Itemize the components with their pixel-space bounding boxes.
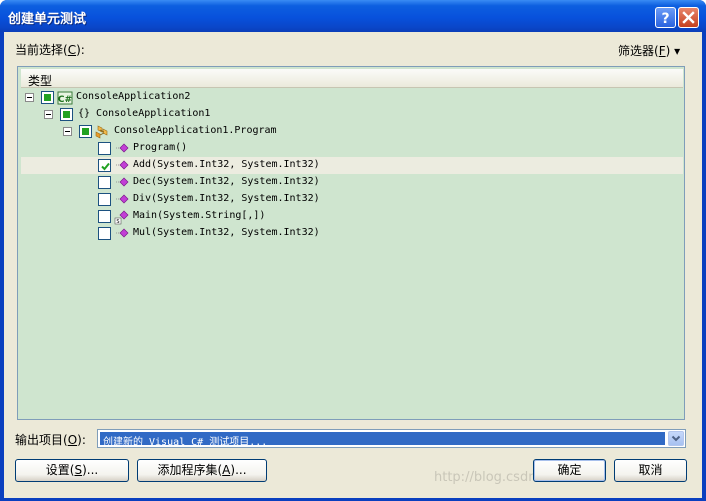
tree-checkbox-checked[interactable] <box>98 159 111 172</box>
dialog-body: 当前选择(C): 筛选器(F) ▾ 类型 C# ConsoleApplicati… <box>4 32 702 498</box>
settings-button-suffix: )... <box>82 463 99 477</box>
add-assembly-button-label: 添加程序集 <box>157 463 218 477</box>
tree-row-method[interactable]: Div(System.Int32, System.Int32) <box>21 191 683 208</box>
tree-checkbox[interactable] <box>98 193 111 206</box>
tree-checkbox[interactable] <box>98 176 111 189</box>
close-icon <box>682 11 695 24</box>
filter-label: 筛选器 <box>618 44 655 58</box>
method-icon <box>116 194 129 204</box>
checkmark-icon <box>101 162 110 171</box>
collapse-toggle[interactable] <box>25 93 34 102</box>
method-icon <box>116 160 129 170</box>
tree-row-method-selected[interactable]: Add(System.Int32, System.Int32) <box>21 157 683 174</box>
dropdown-button[interactable] <box>668 431 684 446</box>
tree-row-method[interactable]: Dec(System.Int32, System.Int32) <box>21 174 683 191</box>
tree-row-static-method[interactable]: S Main(System.String[,]) <box>21 208 683 225</box>
current-selection-suffix: ): <box>76 43 85 57</box>
tree-row-project[interactable]: C# ConsoleApplication2 <box>21 89 683 106</box>
settings-button-accel: S <box>74 463 83 477</box>
method-icon <box>116 177 129 187</box>
tree-node-label: Add(System.Int32, System.Int32) <box>133 159 320 170</box>
help-glyph: ? <box>661 11 669 27</box>
add-assembly-button[interactable]: 添加程序集(A)... <box>137 459 267 482</box>
settings-button[interactable]: 设置(S)... <box>15 459 129 482</box>
output-project-accel: O <box>67 433 78 447</box>
tree-checkbox[interactable] <box>98 227 111 240</box>
output-project-value: 创建新的 Visual C# 测试项目... <box>103 437 268 448</box>
tree-checkbox[interactable] <box>60 108 73 121</box>
tree-checkbox[interactable] <box>79 125 92 138</box>
method-icon <box>116 228 129 238</box>
tree-row-method[interactable]: Program() <box>21 140 683 157</box>
cancel-button[interactable]: 取消 <box>614 459 687 482</box>
output-project-text: 输出项目 <box>15 433 64 447</box>
filter-accel: F <box>658 44 666 58</box>
column-header-type[interactable]: 类型 <box>21 69 683 88</box>
help-icon: ? <box>661 11 669 27</box>
tree-row-method[interactable]: Mul(System.Int32, System.Int32) <box>21 225 683 242</box>
output-project-suffix: ): <box>77 433 86 447</box>
tree-node-label: Dec(System.Int32, System.Int32) <box>133 176 320 187</box>
tree-row-namespace[interactable]: {} ConsoleApplication1 <box>21 106 683 123</box>
dialog-window: 创建单元测试 ? 当前选择(C): 筛选器(F) ▾ 类型 C# Console… <box>0 0 706 501</box>
tree-node-label: {} ConsoleApplication1 <box>78 108 211 119</box>
tree-row-class[interactable]: ConsoleApplication1.Program <box>21 123 683 140</box>
close-button[interactable] <box>678 7 699 28</box>
tree-node-label: ConsoleApplication1.Program <box>114 125 277 136</box>
type-tree[interactable]: 类型 C# ConsoleApplication2 {} ConsoleAppl… <box>17 66 685 420</box>
output-project-select[interactable]: 创建新的 Visual C# 测试项目... <box>97 429 686 448</box>
tree-checkbox[interactable] <box>98 142 111 155</box>
chevron-down-icon: ▾ <box>674 44 681 58</box>
output-project-selection: 创建新的 Visual C# 测试项目... <box>100 432 665 448</box>
svg-text:C#: C# <box>58 95 72 105</box>
chevron-down-icon <box>671 435 681 442</box>
current-selection-accel: C <box>67 43 77 57</box>
output-project-label: 输出项目(O): <box>15 433 86 447</box>
ok-button[interactable]: 确定 <box>533 459 606 482</box>
filter-dropdown[interactable]: 筛选器(F) ▾ <box>618 42 680 59</box>
collapse-toggle[interactable] <box>63 127 72 136</box>
method-icon <box>116 143 129 153</box>
current-selection-text: 当前选择 <box>15 43 64 57</box>
column-header-label: 类型 <box>28 74 53 88</box>
tree-checkbox[interactable] <box>41 91 54 104</box>
csharp-project-icon: C# <box>57 91 73 105</box>
tree-node-label: Div(System.Int32, System.Int32) <box>133 193 320 204</box>
add-assembly-button-suffix: )... <box>230 463 247 477</box>
tree-node-label: Main(System.String[,]) <box>133 210 266 221</box>
window-title: 创建单元测试 <box>8 12 87 27</box>
current-selection-label: 当前选择(C): <box>15 43 85 57</box>
help-button[interactable]: ? <box>655 7 676 28</box>
collapse-toggle[interactable] <box>44 110 53 119</box>
tree-node-label: Program() <box>133 142 188 153</box>
class-icon <box>95 125 108 139</box>
static-method-icon: S <box>114 210 129 225</box>
title-bar[interactable]: 创建单元测试 ? <box>0 0 706 32</box>
tree-checkbox[interactable] <box>98 210 111 223</box>
tree-node-label: Mul(System.Int32, System.Int32) <box>133 227 320 238</box>
settings-button-label: 设置 <box>45 463 70 477</box>
tree-node-label: ConsoleApplication2 <box>76 91 191 102</box>
